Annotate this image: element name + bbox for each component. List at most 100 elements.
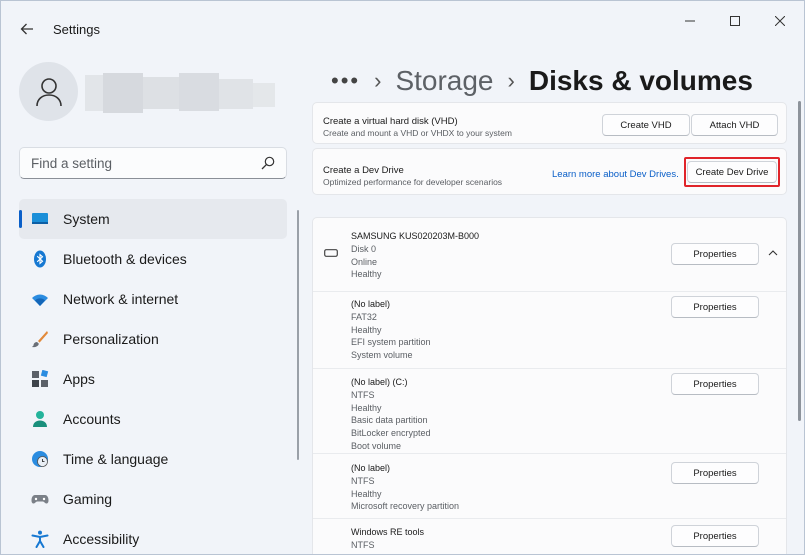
volume-detail: Healthy: [351, 488, 382, 499]
volume-info: (No label) FAT32 Healthy EFI system part…: [351, 298, 431, 362]
title-bar: Settings: [1, 1, 804, 51]
search-input[interactable]: Find a setting: [31, 156, 112, 171]
create-dev-drive-button[interactable]: Create Dev Drive: [687, 161, 777, 183]
minimize-icon: [685, 20, 695, 22]
disk-detail: Disk 0: [351, 243, 377, 254]
chevron-right-icon: ›: [374, 68, 382, 93]
disk-list: SAMSUNG KUS020203M-B000 Disk 0 Online He…: [312, 217, 787, 554]
search-box[interactable]: Find a setting: [19, 147, 287, 179]
user-name-blurred: [85, 73, 275, 113]
sidebar-item-system[interactable]: System: [19, 199, 287, 239]
sidebar-item-time-language[interactable]: Time & language: [19, 439, 287, 479]
back-arrow-icon: [20, 23, 33, 35]
learn-more-dev-drives-link[interactable]: Learn more about Dev Drives.: [552, 169, 679, 180]
accessibility-icon: [31, 530, 49, 548]
volume-name: (No label) (C:): [351, 377, 408, 387]
volume-properties-button[interactable]: Properties: [671, 525, 759, 547]
volume-detail: NTFS: [351, 389, 375, 400]
volume-detail: NTFS: [351, 475, 375, 486]
breadcrumb-parent[interactable]: Storage: [395, 65, 493, 97]
dev-drive-title: Create a Dev Drive: [323, 165, 404, 176]
volume-properties-button[interactable]: Properties: [671, 462, 759, 484]
sidebar-nav: System Bluetooth & devices Network & int…: [19, 199, 287, 554]
disk-row[interactable]: SAMSUNG KUS020203M-B000 Disk 0 Online He…: [313, 218, 786, 291]
disk-status: Online: [351, 256, 378, 267]
create-vhd-button[interactable]: Create VHD: [602, 114, 690, 136]
maximize-button[interactable]: [712, 7, 758, 35]
page-title: Disks & volumes: [528, 65, 753, 96]
disk-health: Healthy: [351, 269, 382, 280]
globe-clock-icon: [32, 451, 48, 467]
settings-window: Settings Find a setting System Bluetooth…: [0, 0, 805, 555]
system-icon: [32, 213, 48, 224]
minimize-button[interactable]: [667, 7, 713, 35]
sidebar-item-label: Network & internet: [63, 291, 179, 307]
search-icon[interactable]: [261, 156, 275, 170]
volume-detail: Boot volume: [351, 440, 402, 451]
volume-detail: Microsoft recovery partition: [351, 501, 460, 512]
sidebar-scrollbar[interactable]: [297, 210, 299, 460]
avatar[interactable]: [19, 62, 78, 121]
sidebar-item-bluetooth[interactable]: Bluetooth & devices: [19, 239, 287, 279]
attach-vhd-button[interactable]: Attach VHD: [691, 114, 778, 136]
wifi-icon: [32, 294, 48, 306]
volume-detail: Basic data partition: [351, 415, 428, 426]
volume-detail: Healthy: [351, 324, 382, 335]
main-scrollbar[interactable]: [798, 101, 801, 421]
volume-row[interactable]: Windows RE tools NTFS Properties: [313, 518, 786, 554]
volume-detail: Healthy: [351, 402, 382, 413]
person-icon: [35, 77, 62, 106]
close-icon: [775, 16, 785, 26]
disk-properties-button[interactable]: Properties: [671, 243, 759, 265]
volume-row[interactable]: (No label) FAT32 Healthy EFI system part…: [313, 291, 786, 368]
volume-detail: BitLocker encrypted: [351, 428, 431, 439]
vhd-title: Create a virtual hard disk (VHD): [323, 116, 458, 127]
volume-name: (No label): [351, 299, 391, 309]
volume-info: (No label) NTFS Healthy Microsoft recove…: [351, 462, 459, 513]
close-button[interactable]: [757, 7, 803, 35]
volume-detail: FAT32: [351, 311, 377, 322]
breadcrumb: ••• › Storage › Disks & volumes: [331, 63, 753, 99]
maximize-icon: [730, 16, 740, 26]
sidebar-item-gaming[interactable]: Gaming: [19, 479, 287, 519]
volume-properties-button[interactable]: Properties: [671, 373, 759, 395]
chevron-up-icon[interactable]: [768, 249, 778, 257]
volume-info: (No label) (C:) NTFS Healthy Basic data …: [351, 376, 431, 453]
volume-info: Windows RE tools NTFS: [351, 526, 424, 552]
sidebar-item-label: Gaming: [63, 491, 113, 507]
sidebar-item-label: Bluetooth & devices: [63, 251, 187, 267]
sidebar-item-network[interactable]: Network & internet: [19, 279, 287, 319]
chevron-right-icon: ›: [507, 68, 515, 93]
sidebar-item-label: Time & language: [63, 451, 169, 467]
sidebar-item-accounts[interactable]: Accounts: [19, 399, 287, 439]
disk-info: SAMSUNG KUS020203M-B000 Disk 0 Online He…: [351, 230, 479, 281]
gamepad-icon: [31, 495, 49, 504]
app-title: Settings: [53, 22, 100, 37]
volume-row[interactable]: (No label) NTFS Healthy Microsoft recove…: [313, 453, 786, 518]
volume-name: (No label): [351, 463, 391, 473]
brush-icon: [32, 331, 48, 348]
sidebar-item-apps[interactable]: Apps: [19, 359, 287, 399]
sidebar-item-label: Apps: [63, 371, 95, 387]
bluetooth-icon: [34, 250, 46, 268]
apps-icon: [32, 370, 49, 387]
accounts-icon: [33, 411, 47, 427]
volume-detail: NTFS: [351, 539, 375, 550]
volume-detail: EFI system partition: [351, 337, 431, 348]
drive-icon: [324, 249, 338, 257]
sidebar-item-label: Accounts: [63, 411, 121, 427]
sidebar-item-label: Personalization: [63, 331, 159, 347]
breadcrumb-more-button[interactable]: •••: [331, 68, 360, 94]
volume-name: Windows RE tools: [351, 527, 425, 537]
volume-row[interactable]: (No label) (C:) NTFS Healthy Basic data …: [313, 368, 786, 453]
back-button[interactable]: [13, 15, 41, 43]
disk-name: SAMSUNG KUS020203M-B000: [351, 231, 480, 241]
volume-properties-button[interactable]: Properties: [671, 296, 759, 318]
vhd-subtitle: Create and mount a VHD or VHDX to your s…: [323, 128, 512, 138]
sidebar-item-label: Accessibility: [63, 531, 140, 547]
sidebar-item-accessibility[interactable]: Accessibility: [19, 519, 287, 554]
volume-detail: System volume: [351, 350, 413, 361]
dev-drive-subtitle: Optimized performance for developer scen…: [323, 177, 503, 187]
sidebar-item-personalization[interactable]: Personalization: [19, 319, 287, 359]
sidebar-item-label: System: [63, 211, 110, 227]
